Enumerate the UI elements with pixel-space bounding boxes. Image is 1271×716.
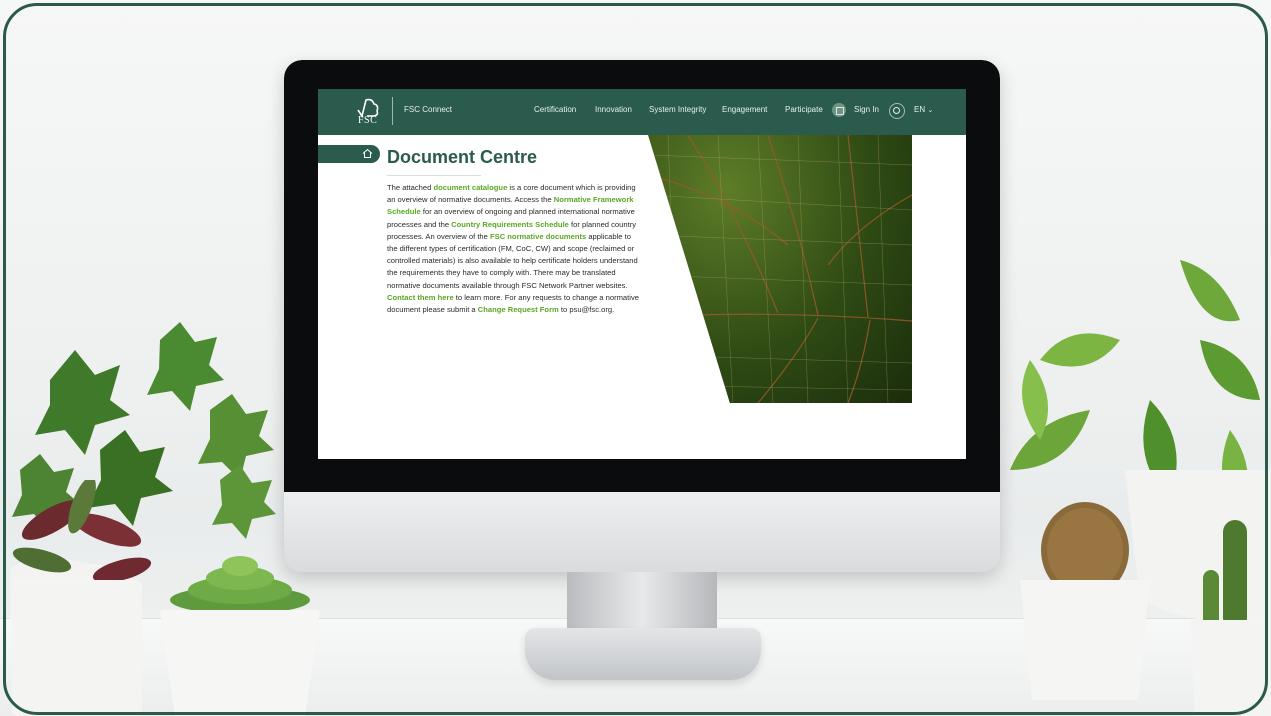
paragraph-link[interactable]: Change Request Form — [478, 305, 559, 314]
intro-paragraph: The attached document catalogue is a cor… — [387, 182, 639, 316]
tall-cactus — [1190, 520, 1271, 716]
chevron-down-icon: ⌄ — [927, 107, 934, 114]
grid-icon[interactable] — [832, 103, 846, 117]
peperomia-plant — [12, 480, 152, 716]
logo-text: FSC — [358, 115, 378, 126]
paragraph-text: The attached — [387, 183, 434, 192]
title-divider — [387, 175, 481, 176]
nav-engagement[interactable]: Engagement — [722, 105, 767, 114]
page-title: Document Centre — [387, 147, 538, 167]
monitor-base — [525, 628, 761, 680]
language-selector[interactable]: EN ⌄ — [914, 105, 933, 114]
nav-system-integrity[interactable]: System Integrity — [649, 105, 706, 114]
paragraph-link[interactable]: FSC normative documents — [490, 232, 586, 241]
logo-divider — [392, 97, 393, 125]
leaf-hero-image — [648, 135, 912, 403]
cactus-plant — [1020, 502, 1150, 700]
paragraph-link[interactable]: document catalogue — [433, 183, 507, 192]
paragraph-link[interactable]: Country Requirements Schedule — [451, 220, 569, 229]
paragraph-text: to psu@fsc.org. — [558, 305, 615, 315]
sign-in-link[interactable]: Sign In — [854, 105, 879, 114]
nav-participate[interactable]: Participate — [785, 105, 823, 114]
paragraph-link[interactable]: Contact them here — [387, 293, 454, 302]
photo-frame: FSC FSC Connect Certification Innovation… — [0, 0, 1271, 716]
language-label: EN — [914, 105, 926, 114]
nav-certification[interactable]: Certification — [534, 105, 576, 114]
monitor-chin — [284, 492, 1000, 572]
nav-innovation[interactable]: Innovation — [595, 105, 632, 114]
top-nav: FSC FSC Connect Certification Innovation… — [318, 89, 966, 135]
search-icon[interactable] — [889, 103, 905, 119]
home-icon[interactable] — [362, 148, 373, 159]
monitor-stand — [567, 572, 717, 630]
browser-screen: FSC FSC Connect Certification Innovation… — [318, 89, 966, 459]
fsc-connect-link[interactable]: FSC Connect — [404, 105, 452, 114]
